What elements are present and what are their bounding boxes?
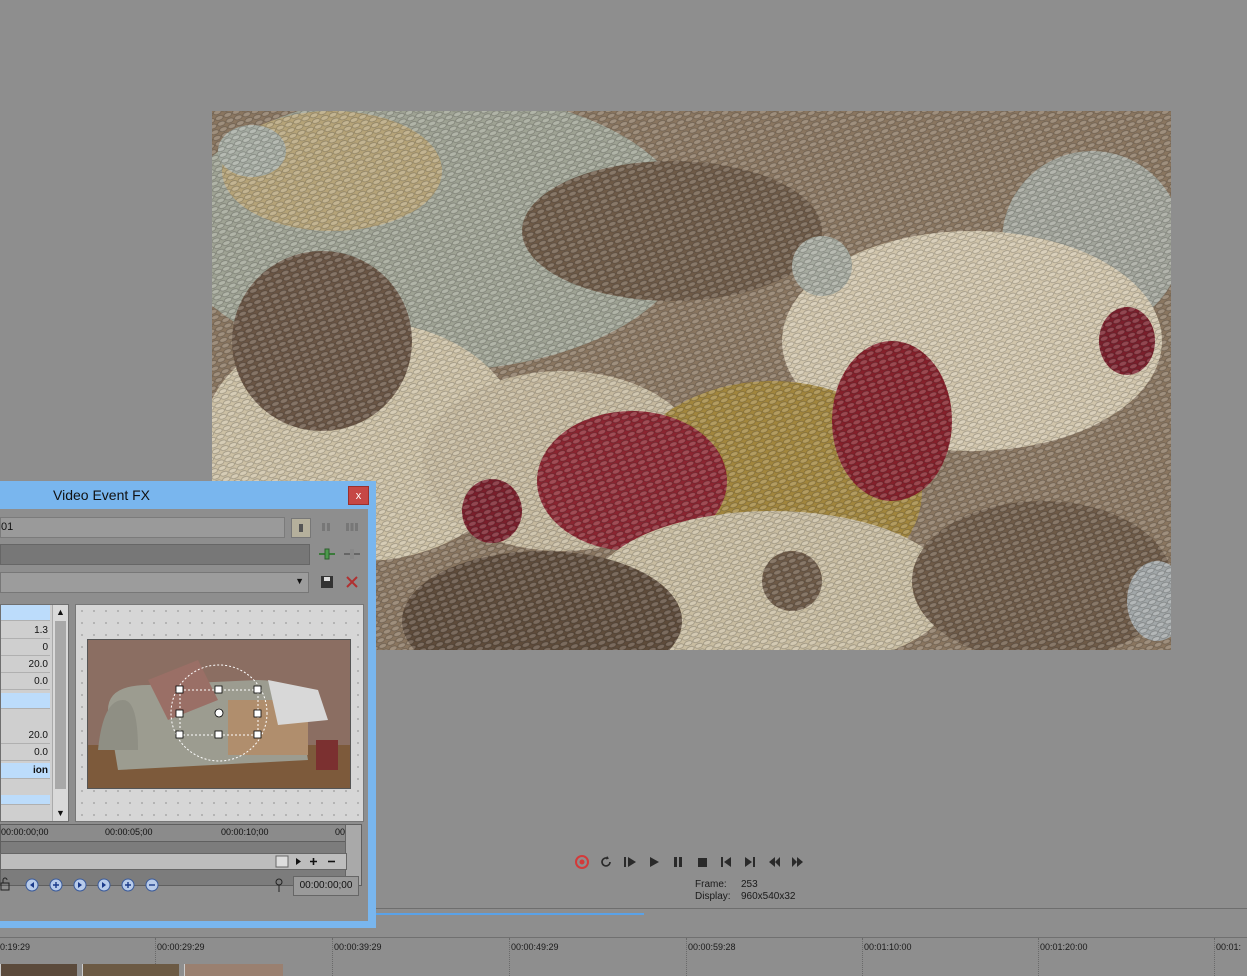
fx-body: 01 ▼ 1.3 0 20.0 0.0 20.0 0.0 ion ▲ ▼ 00:… [0,509,368,921]
chevron-down-icon: ▼ [295,576,304,586]
add-keyframe-icon[interactable] [120,877,136,893]
timeline-tick: 00:00:29:29 [157,942,205,952]
param-value[interactable]: 0.0 [1,674,50,690]
keyframe-ruler: 00:00:00;00 00:00:05;00 00:00:10;00 00 [1,825,345,842]
divider [376,908,1247,909]
delete-keyframe-icon[interactable] [144,877,160,893]
layout-grid-icon[interactable] [343,518,361,536]
timeline-clip[interactable] [0,964,77,976]
param-value[interactable]: 0.0 [1,745,50,761]
keyframe-tick: 00 [335,827,346,837]
display-value: 960x540x32 [741,891,796,902]
close-icon: x [355,489,362,502]
timeline-clip[interactable] [184,964,283,976]
param-section-header[interactable]: ion [1,763,50,779]
keyframe-tick: 00:00:05;00 [105,827,153,837]
save-preset-icon[interactable] [318,573,336,591]
parameter-scrollbar[interactable]: ▲ ▼ [52,605,68,821]
fx-title-bar[interactable]: Video Event FX x [0,481,376,509]
next-keyframe-icon[interactable] [72,877,88,893]
display-label: Display: [695,891,731,902]
loop-icon[interactable] [596,852,616,872]
preview-info: Frame: 253 Display: 960x540x32 [695,879,796,903]
param-value[interactable]: 20.0 [1,728,50,744]
plugin-chain-bar[interactable] [0,544,310,565]
render-progress-bar [376,913,644,915]
layout-double-icon[interactable] [317,518,335,536]
pause-icon[interactable] [668,852,688,872]
frame-label: Frame: [695,879,727,890]
keyframe-tick: 00:00:00;00 [1,827,49,837]
timeline-clip[interactable] [82,964,179,976]
preset-dropdown[interactable]: ▼ [0,572,309,593]
chevron-down-icon[interactable]: ▼ [53,806,68,821]
timeline-tick: 00:00:39:29 [334,942,382,952]
previous-frame-icon[interactable] [764,852,784,872]
fx-window-title: Video Event FX [53,487,151,503]
go-to-start-icon[interactable] [716,852,736,872]
fx-preview-pane[interactable] [75,604,364,822]
timeline-tick: 00:01:20:00 [1040,942,1088,952]
keyframe-timecode[interactable]: 00:00:00;00 [293,876,359,896]
fx-preview-thumbnail[interactable] [87,639,351,789]
close-button[interactable]: x [348,486,369,505]
keyframe-tick: 00:00:10;00 [221,827,269,837]
play-from-start-icon[interactable] [620,852,640,872]
stop-icon[interactable] [692,852,712,872]
video-event-fx-window: Video Event FX x 01 ▼ 1.3 0 20.0 0.0 20.… [0,481,376,928]
param-section-header[interactable] [1,693,50,709]
scrollbar-thumb[interactable] [55,621,66,789]
parameter-list: 1.3 0 20.0 0.0 20.0 0.0 ion ▲ ▼ [0,604,69,822]
timeline-tick: 00:00:59:28 [688,942,736,952]
timeline-tick: 00:01: [1216,942,1242,952]
next-frame-icon[interactable] [788,852,808,872]
cursor-marker-icon[interactable] [274,877,290,893]
go-to-end-icon[interactable] [740,852,760,872]
timeline-tick: 0:19:29 [0,942,31,952]
timeline-tick: 00:01:10:00 [864,942,912,952]
param-value[interactable]: 0 [1,640,50,656]
timeline-ruler[interactable]: 0:19:29 00:00:29:29 00:00:39:29 00:00:49… [0,937,1247,976]
lock-icon[interactable] [0,877,16,893]
fx-chain-field[interactable]: 01 [0,517,285,538]
delete-preset-icon[interactable] [343,573,361,591]
previous-keyframe-icon[interactable] [48,877,64,893]
param-value[interactable]: 20.0 [1,657,50,673]
layout-single-icon[interactable] [291,518,311,538]
frame-value: 253 [741,879,758,890]
transport-bar [572,852,808,872]
timeline-tick: 00:00:49:29 [511,942,559,952]
fx-chain-value: 01 [1,521,14,533]
record-icon[interactable] [572,852,592,872]
first-keyframe-icon[interactable] [24,877,40,893]
play-icon[interactable] [644,852,664,872]
keyframe-horizontal-scrollbar[interactable] [0,853,347,870]
chevron-up-icon[interactable]: ▲ [53,605,68,620]
param-value[interactable]: 1.3 [1,623,50,639]
last-keyframe-icon[interactable] [96,877,112,893]
plugin-chain-icon[interactable] [318,545,336,563]
remove-plugin-icon[interactable] [343,545,361,563]
keyframe-toolbar: 00:00:00;00 [0,874,360,896]
